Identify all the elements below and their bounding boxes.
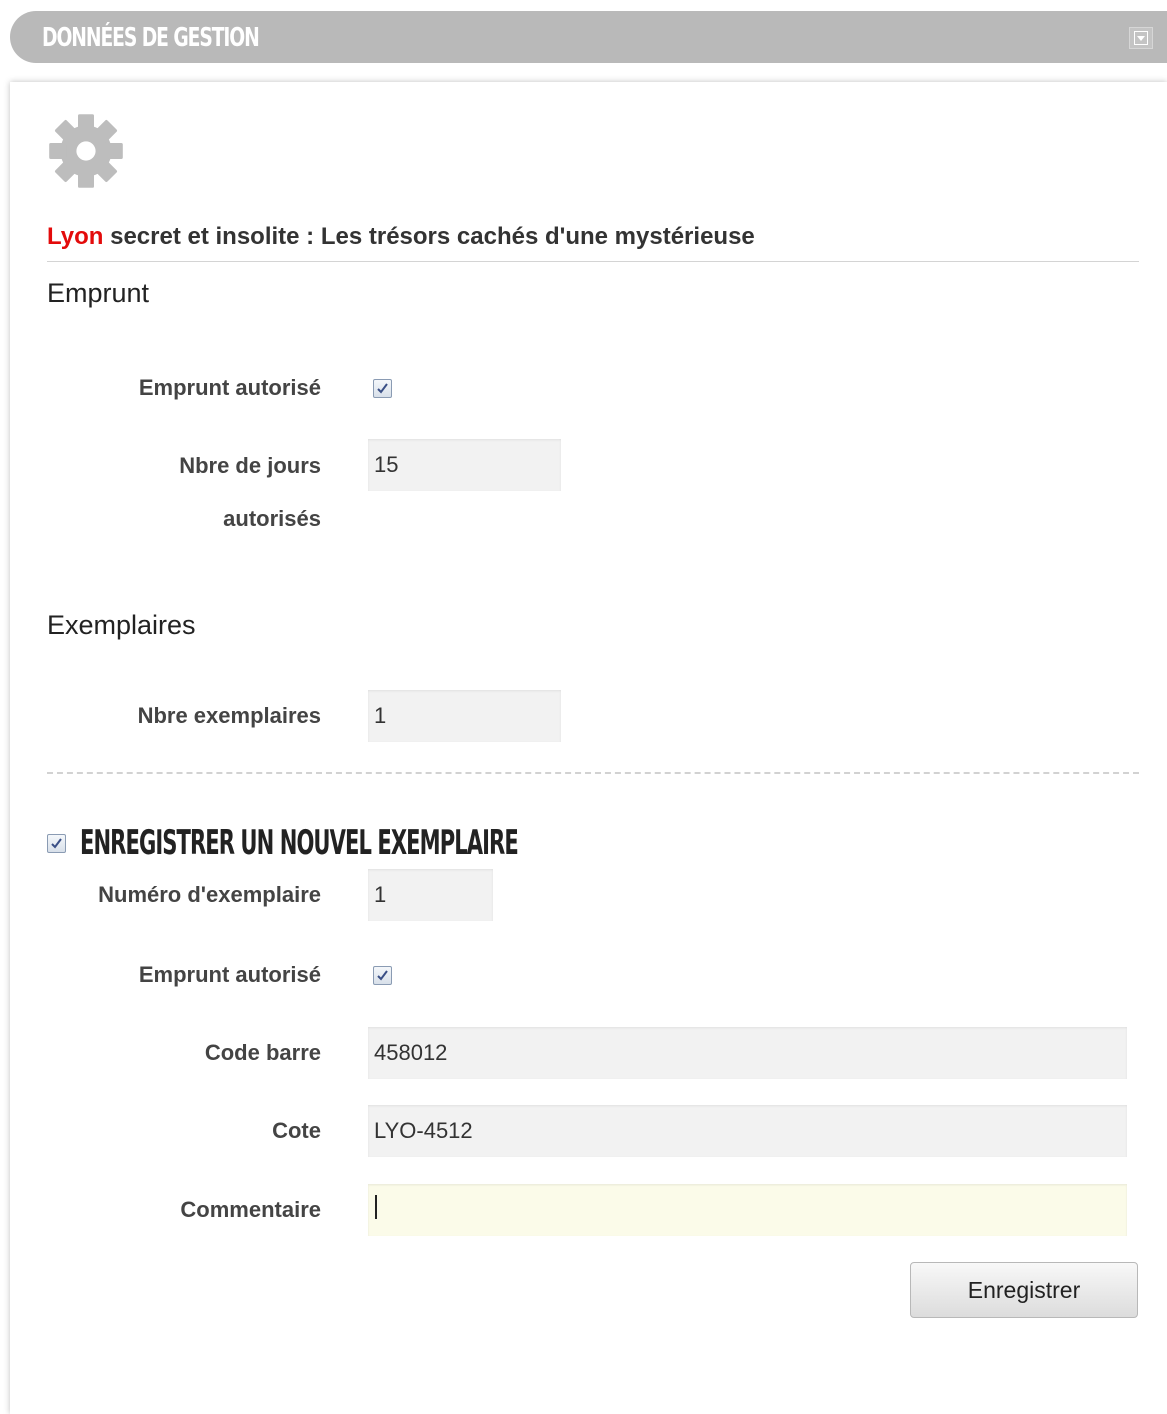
comment-input[interactable] (368, 1184, 1127, 1236)
emprunt-heading: Emprunt (47, 278, 150, 308)
document-title-highlight: Lyon (47, 223, 104, 250)
copy-number-label: Numéro d'exemplaire (98, 882, 321, 907)
panel-body: Lyon secret et insolite : Les trésors ca… (10, 82, 1167, 1414)
panel-title: Données de gestion (42, 23, 260, 53)
document-title: Lyon secret et insolite : Les trésors ca… (47, 223, 755, 251)
exemplaires-heading: Exemplaires (47, 610, 196, 640)
cote-input[interactable] (368, 1105, 1127, 1157)
barcode-input[interactable] (368, 1027, 1127, 1079)
comment-label: Commentaire (180, 1197, 321, 1222)
barcode-label: Code barre (204, 1040, 321, 1065)
emprunt-days-label-line1: Nbre de jours (179, 453, 321, 478)
emprunt-allowed-label: Emprunt autorisé (138, 375, 321, 400)
document-title-rest: secret et insolite : Les trésors cachés … (103, 223, 755, 250)
save-button[interactable]: Enregistrer (910, 1262, 1138, 1318)
copy-allowed-checkbox[interactable] (373, 966, 392, 985)
copies-count-input[interactable] (368, 690, 561, 742)
new-copy-checkbox[interactable] (47, 834, 66, 853)
emprunt-days-input[interactable] (368, 439, 561, 491)
emprunt-allowed-checkbox[interactable] (373, 379, 392, 398)
cote-label: Cote (272, 1118, 321, 1143)
panel-header: Données de gestion (10, 11, 1167, 63)
emprunt-days-label: Nbre de jours autorisés (21, 439, 321, 545)
new-copy-heading: Enregistrer un nouvel exemplaire (80, 823, 519, 863)
emprunt-days-label-line2: autorisés (223, 506, 321, 531)
copies-count-label: Nbre exemplaires (137, 703, 321, 728)
text-caret (375, 1195, 377, 1219)
gear-icon (49, 114, 123, 188)
section-divider (47, 772, 1139, 774)
copy-number-input[interactable] (368, 869, 493, 921)
title-divider (47, 261, 1139, 262)
collapse-down-icon[interactable] (1129, 27, 1153, 49)
copy-allowed-label: Emprunt autorisé (138, 962, 321, 987)
